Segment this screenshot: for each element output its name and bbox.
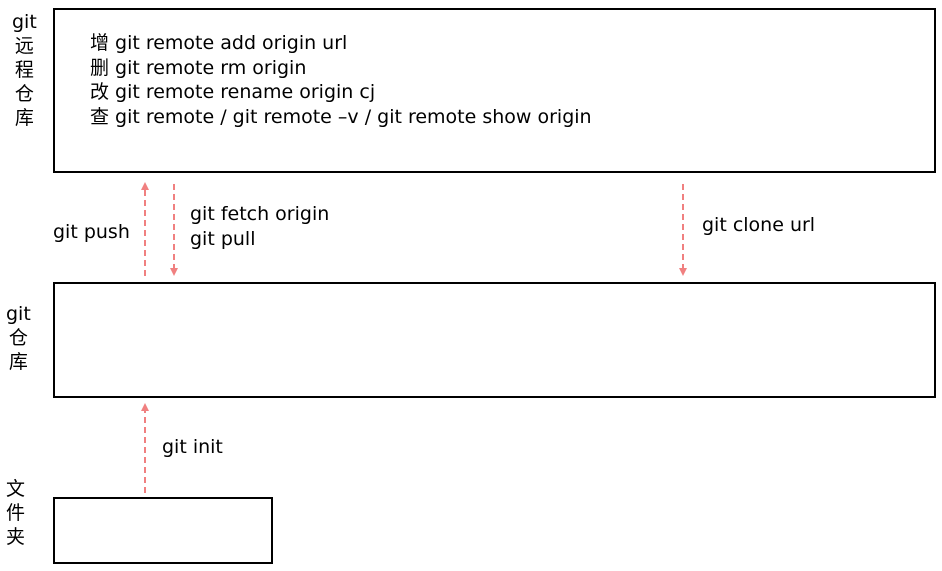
local-repo-box — [53, 282, 936, 398]
local-repo-label-char: git — [6, 303, 31, 325]
folder-label-char: 文 — [6, 478, 26, 500]
command-verb: 改 — [90, 81, 110, 103]
remote-repo-label-char: git — [12, 11, 37, 33]
command-text: git remote add origin url — [115, 32, 348, 54]
push-label: git push — [53, 221, 130, 243]
local-repo-label-char: 仓 — [8, 327, 28, 349]
remote-repo-label: git 远 程 仓 库 — [12, 10, 37, 130]
folder-box — [53, 497, 273, 564]
command-verb: 删 — [90, 56, 110, 79]
command-text: git remote rename origin cj — [115, 81, 376, 103]
folder-label-char: 件 — [6, 502, 26, 524]
remote-command-add: 增 git remote add origin url — [90, 31, 592, 56]
folder-label-char: 夹 — [6, 526, 26, 548]
pull-label: git pull — [190, 227, 256, 250]
remote-command-rename: 改 git remote rename origin cj — [90, 80, 592, 105]
command-text: git remote / git remote –v / git remote … — [115, 105, 592, 128]
init-label: git init — [162, 436, 223, 458]
remote-commands-list: 增 git remote add origin url 删 git remote r… — [90, 31, 592, 129]
local-repo-label: git 仓 库 — [6, 302, 31, 374]
folder-label: 文 件 夹 — [6, 477, 25, 549]
clone-label: git clone url — [702, 214, 816, 236]
remote-repo-label-char: 程 — [14, 59, 34, 81]
command-verb: 增 — [90, 32, 110, 54]
fetch-label: git fetch origin — [190, 203, 330, 225]
remote-command-show: 查 git remote / git remote –v / git remote… — [90, 105, 592, 130]
fetch-pull-label: git fetch origin git pull — [190, 202, 329, 251]
remote-repo-label-char: 库 — [14, 107, 34, 129]
command-text: git remote rm origin — [115, 56, 307, 79]
local-repo-label-char: 库 — [8, 351, 28, 373]
remote-command-remove: 删 git remote rm origin — [90, 56, 592, 81]
remote-repo-label-char: 仓 — [14, 83, 34, 105]
command-verb: 查 — [90, 105, 110, 128]
remote-repo-label-char: 远 — [14, 35, 34, 57]
